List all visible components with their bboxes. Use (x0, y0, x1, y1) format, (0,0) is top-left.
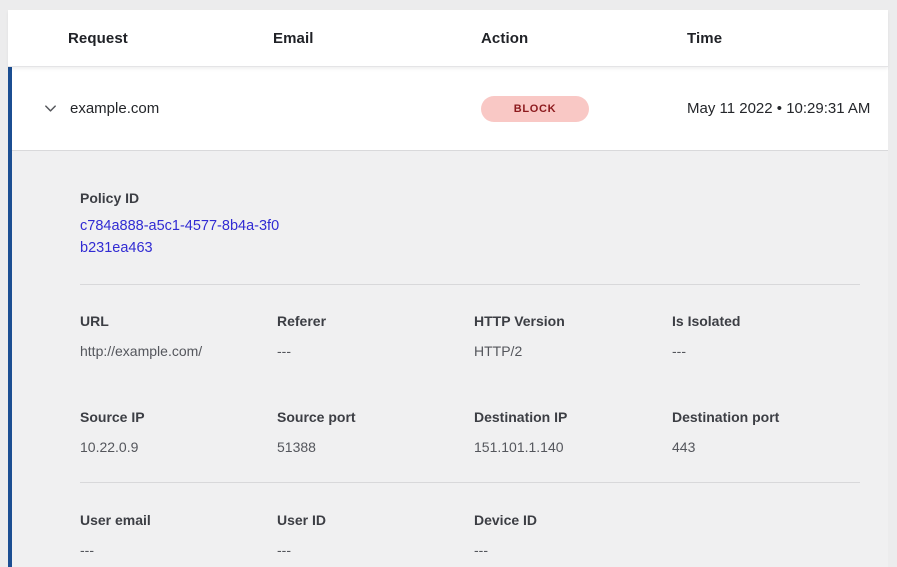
field-destination-port: Destination port 443 (672, 408, 860, 456)
field-value: --- (672, 342, 860, 360)
log-entry-details: Policy ID c784a888-a5c1-4577-8b4a-3f0b23… (12, 150, 888, 567)
field-label: User email (80, 511, 277, 529)
field-label: Destination port (672, 408, 860, 426)
expanded-log-entry: example.com BLOCK May 11 2022 • 10:29:31… (8, 67, 888, 567)
field-value: --- (277, 541, 474, 559)
gateway-activity-log-page: Request Email Action Time example.com BL… (0, 0, 897, 567)
field-empty (672, 511, 860, 559)
field-value: 51388 (277, 438, 474, 456)
column-header-action: Action (481, 30, 687, 47)
field-label: Device ID (474, 511, 672, 529)
field-label: Source IP (80, 408, 277, 426)
url-fields-row: URL http://example.com/ Referer --- HTTP… (80, 312, 860, 360)
field-label: URL (80, 312, 277, 330)
section-divider (80, 482, 860, 483)
field-label: User ID (277, 511, 474, 529)
block-status-badge: BLOCK (481, 96, 589, 122)
field-value: --- (277, 342, 474, 360)
field-source-port: Source port 51388 (277, 408, 474, 456)
section-divider (80, 284, 860, 285)
field-is-isolated: Is Isolated --- (672, 312, 860, 360)
field-value: 151.101.1.140 (474, 438, 672, 456)
time-cell: May 11 2022 • 10:29:31 AM (687, 98, 875, 120)
user-fields-row: User email --- User ID --- Device ID --- (80, 511, 860, 559)
field-source-ip: Source IP 10.22.0.9 (80, 408, 277, 456)
table-row[interactable]: example.com BLOCK May 11 2022 • 10:29:31… (12, 67, 888, 150)
column-header-time: Time (687, 30, 888, 47)
field-http-version: HTTP Version HTTP/2 (474, 312, 672, 360)
field-value: 443 (672, 438, 860, 456)
field-value: 10.22.0.9 (80, 438, 277, 456)
field-url: URL http://example.com/ (80, 312, 277, 360)
request-cell: example.com (70, 100, 273, 117)
field-value: HTTP/2 (474, 342, 672, 360)
column-header-email: Email (273, 30, 481, 47)
field-value: --- (80, 541, 277, 559)
field-device-id: Device ID --- (474, 511, 672, 559)
field-label: Is Isolated (672, 312, 860, 330)
field-label: Source port (277, 408, 474, 426)
field-user-id: User ID --- (277, 511, 474, 559)
field-value: http://example.com/ (80, 342, 277, 360)
field-label: Referer (277, 312, 474, 330)
field-destination-ip: Destination IP 151.101.1.140 (474, 408, 672, 456)
activity-log-table: Request Email Action Time example.com BL… (8, 10, 888, 567)
table-header-row: Request Email Action Time (8, 10, 888, 67)
field-label: Destination IP (474, 408, 672, 426)
action-cell: BLOCK (481, 96, 687, 122)
source-destination-fields-row: Source IP 10.22.0.9 Source port 51388 De… (80, 408, 860, 456)
policy-id-label: Policy ID (80, 189, 860, 207)
policy-id-group: Policy ID c784a888-a5c1-4577-8b4a-3f0b23… (80, 189, 860, 259)
field-value: --- (474, 541, 672, 559)
field-label: HTTP Version (474, 312, 672, 330)
field-user-email: User email --- (80, 511, 277, 559)
column-header-request: Request (68, 30, 273, 47)
field-referer: Referer --- (277, 312, 474, 360)
policy-id-link[interactable]: c784a888-a5c1-4577-8b4a-3f0b231ea463 (80, 216, 285, 259)
chevron-down-icon[interactable] (42, 101, 58, 117)
